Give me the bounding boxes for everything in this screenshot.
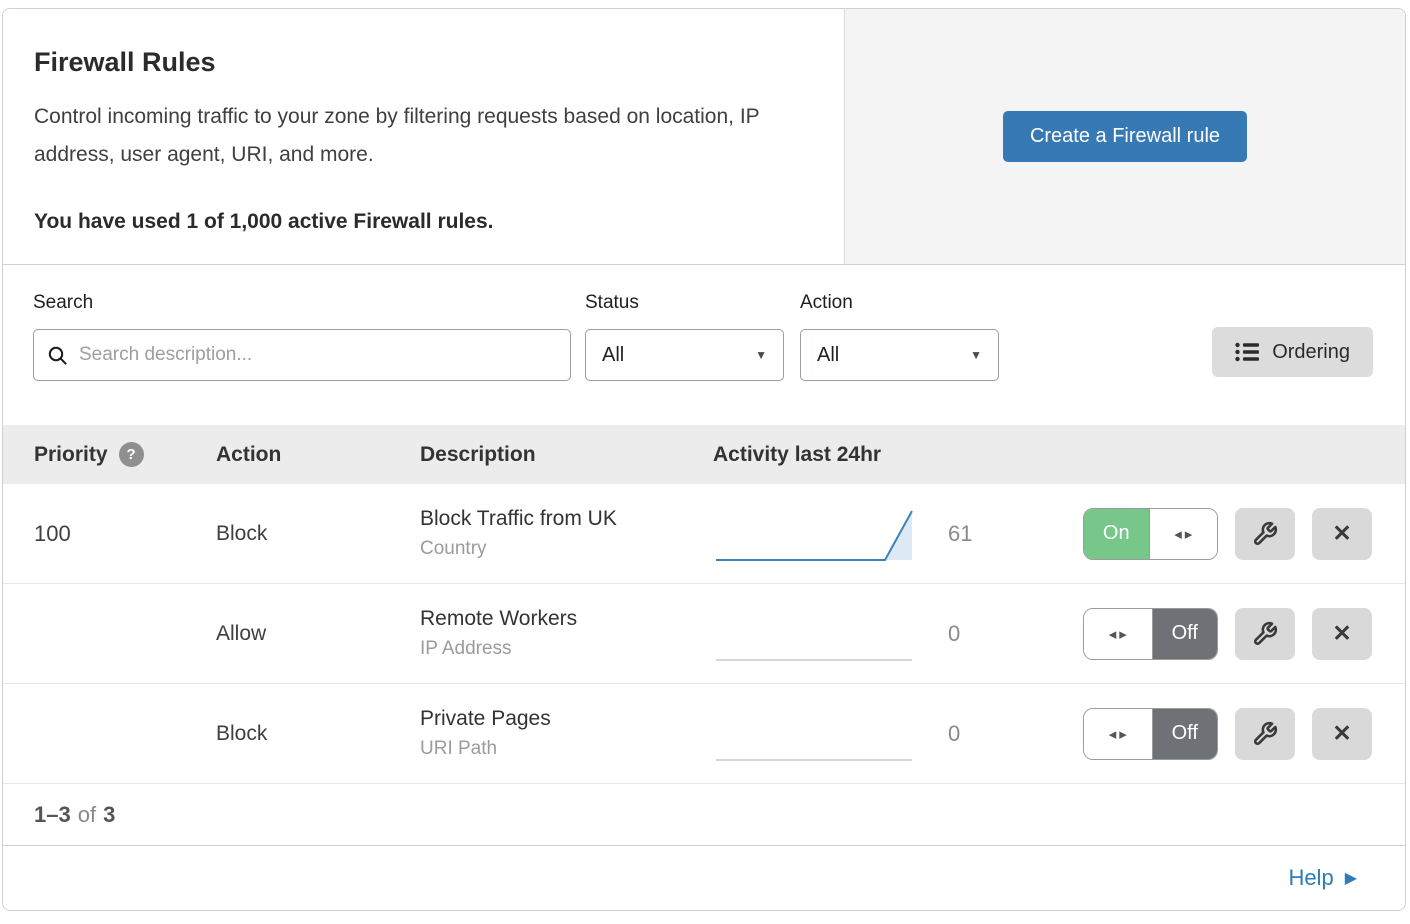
delete-rule-button[interactable]: ✕ <box>1312 508 1372 560</box>
rule-match-type: URI Path <box>420 738 713 760</box>
wrench-icon <box>1252 721 1278 747</box>
column-header-priority: Priority ? <box>34 442 216 467</box>
help-bar: Help ▶ <box>3 846 1405 910</box>
search-box[interactable] <box>33 329 571 381</box>
action-select[interactable]: All ▼ <box>800 329 999 381</box>
table-row: Allow Remote Workers IP Address 0 ◂▸ Off… <box>3 584 1405 684</box>
toggle-state-label: On <box>1084 509 1150 559</box>
toggle-drag-handle-icon: ◂▸ <box>1084 709 1152 759</box>
close-icon: ✕ <box>1332 722 1351 745</box>
rule-description: Private Pages <box>420 707 713 731</box>
pagination-bar: 1–3 of 3 <box>3 784 1405 846</box>
rule-action: Allow <box>216 622 420 646</box>
help-link[interactable]: Help ▶ <box>1288 865 1357 891</box>
priority-header-label: Priority <box>34 443 108 467</box>
delete-rule-button[interactable]: ✕ <box>1312 708 1372 760</box>
action-label: Action <box>800 292 999 314</box>
help-link-label: Help <box>1288 865 1333 891</box>
ordering-button[interactable]: Ordering <box>1212 327 1373 377</box>
ordering-list-icon <box>1235 342 1259 362</box>
header-section: Firewall Rules Control incoming traffic … <box>3 9 1405 265</box>
close-icon: ✕ <box>1332 622 1351 645</box>
rule-enabled-toggle[interactable]: ◂▸ Off <box>1083 708 1218 760</box>
activity-sparkline <box>713 503 918 565</box>
pagination-range: 1–3 <box>34 802 71 828</box>
column-header-activity: Activity last 24hr <box>713 443 881 467</box>
usage-note: You have used 1 of 1,000 active Firewall… <box>34 210 798 234</box>
status-label: Status <box>585 292 784 314</box>
search-group: Search <box>33 292 571 425</box>
caret-down-icon: ▼ <box>755 348 767 362</box>
rule-description: Block Traffic from UK <box>420 507 713 531</box>
create-firewall-rule-button[interactable]: Create a Firewall rule <box>1003 111 1247 162</box>
search-label: Search <box>33 292 571 314</box>
rule-match-type: IP Address <box>420 638 713 660</box>
caret-down-icon: ▼ <box>970 348 982 362</box>
wrench-icon <box>1252 621 1278 647</box>
firewall-rules-card: Firewall Rules Control incoming traffic … <box>2 8 1406 911</box>
pagination-of-text: of <box>78 802 96 828</box>
action-selected-value: All <box>817 344 839 367</box>
edit-rule-button[interactable] <box>1235 708 1295 760</box>
toggle-state-label: Off <box>1152 709 1218 759</box>
rule-action: Block <box>216 522 420 546</box>
activity-count: 61 <box>918 521 1003 547</box>
rule-match-type: Country <box>420 538 713 560</box>
column-header-action: Action <box>216 443 420 467</box>
rule-priority: 100 <box>34 521 216 547</box>
priority-help-icon[interactable]: ? <box>119 442 144 467</box>
activity-count: 0 <box>918 621 1003 647</box>
close-icon: ✕ <box>1332 522 1351 545</box>
help-arrow-icon: ▶ <box>1345 868 1357 888</box>
header-text-panel: Firewall Rules Control incoming traffic … <box>3 9 845 264</box>
filter-bar: Search Status All ▼ Action All ▼ <box>3 265 1405 425</box>
rule-action: Block <box>216 722 420 746</box>
activity-sparkline <box>713 603 918 665</box>
edit-rule-button[interactable] <box>1235 508 1295 560</box>
table-row: 100 Block Block Traffic from UK Country … <box>3 484 1405 584</box>
search-input[interactable] <box>77 343 557 367</box>
wrench-icon <box>1252 521 1278 547</box>
status-select[interactable]: All ▼ <box>585 329 784 381</box>
delete-rule-button[interactable]: ✕ <box>1312 608 1372 660</box>
table-row: Block Private Pages URI Path 0 ◂▸ Off ✕ <box>3 684 1405 784</box>
toggle-drag-handle-icon: ◂▸ <box>1150 509 1218 559</box>
rule-enabled-toggle[interactable]: ◂▸ Off <box>1083 608 1218 660</box>
status-filter-group: Status All ▼ <box>585 292 784 425</box>
rule-description: Remote Workers <box>420 607 713 631</box>
activity-count: 0 <box>918 721 1003 747</box>
ordering-button-label: Ordering <box>1272 341 1350 364</box>
column-header-description: Description <box>420 443 713 467</box>
toggle-state-label: Off <box>1152 609 1218 659</box>
page-title: Firewall Rules <box>34 47 798 78</box>
toggle-drag-handle-icon: ◂▸ <box>1084 609 1152 659</box>
rule-enabled-toggle[interactable]: On ◂▸ <box>1083 508 1218 560</box>
pagination-total: 3 <box>103 802 115 828</box>
status-selected-value: All <box>602 344 624 367</box>
activity-sparkline <box>713 703 918 765</box>
page-description: Control incoming traffic to your zone by… <box>34 98 798 174</box>
table-header: Priority ? Action Description Activity l… <box>3 425 1405 484</box>
search-icon <box>47 345 68 366</box>
edit-rule-button[interactable] <box>1235 608 1295 660</box>
header-action-panel: Create a Firewall rule <box>845 9 1405 264</box>
action-filter-group: Action All ▼ <box>800 292 999 425</box>
